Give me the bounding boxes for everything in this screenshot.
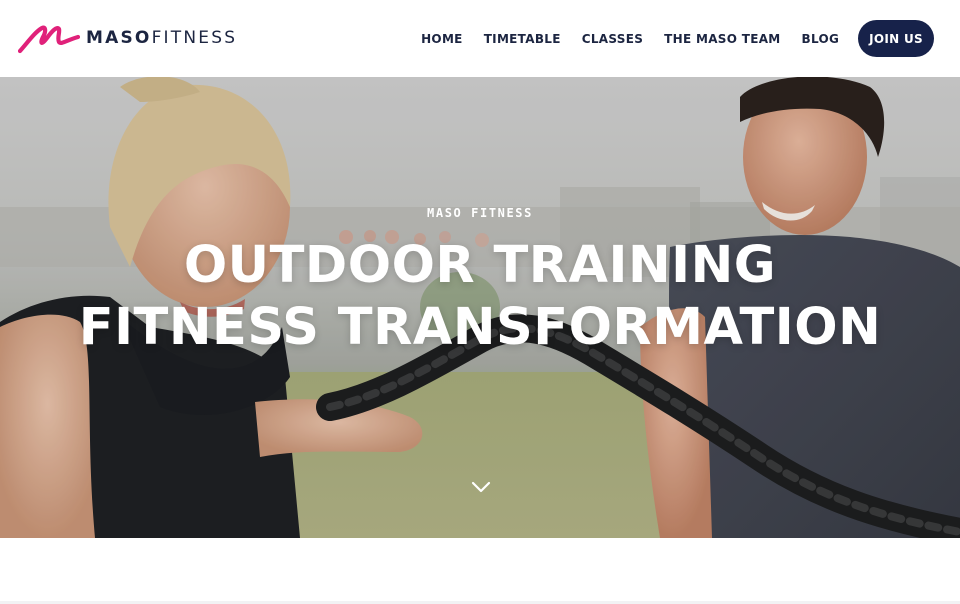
nav-item-the-maso-team[interactable]: THE MASO TEAM	[664, 32, 780, 46]
chevron-down-icon[interactable]	[470, 479, 492, 495]
hero-title-line-2: FITNESS TRANSFORMATION	[78, 298, 882, 357]
site-logo[interactable]: MASOFITNESS	[18, 20, 237, 56]
nav-item-timetable[interactable]: TIMETABLE	[484, 32, 561, 46]
maso-logo-icon	[18, 25, 80, 54]
nav-item-classes[interactable]: CLASSES	[582, 32, 643, 46]
nav-item-home[interactable]: HOME	[421, 32, 463, 46]
hero-title-line-1: OUTDOOR TRAINING	[183, 236, 777, 295]
site-header: MASOFITNESS HOME TIMETABLE CLASSES THE M…	[0, 0, 960, 77]
hero-eyebrow: MASO FITNESS	[427, 206, 533, 220]
hero-title: OUTDOOR TRAINING FITNESS TRANSFORMATION	[0, 235, 960, 359]
hero-banner: MASO FITNESS OUTDOOR TRAINING FITNESS TR…	[0, 77, 960, 538]
logo-word-fitness: FITNESS	[151, 28, 238, 48]
join-us-button[interactable]: JOIN US	[858, 20, 934, 57]
nav-item-blog[interactable]: BLOG	[802, 32, 840, 46]
below-hero-section	[0, 538, 960, 604]
main-nav: HOME TIMETABLE CLASSES THE MASO TEAM BLO…	[421, 20, 934, 57]
logo-wordmark: MASOFITNESS	[86, 28, 237, 48]
logo-word-maso: MASO	[86, 28, 152, 48]
